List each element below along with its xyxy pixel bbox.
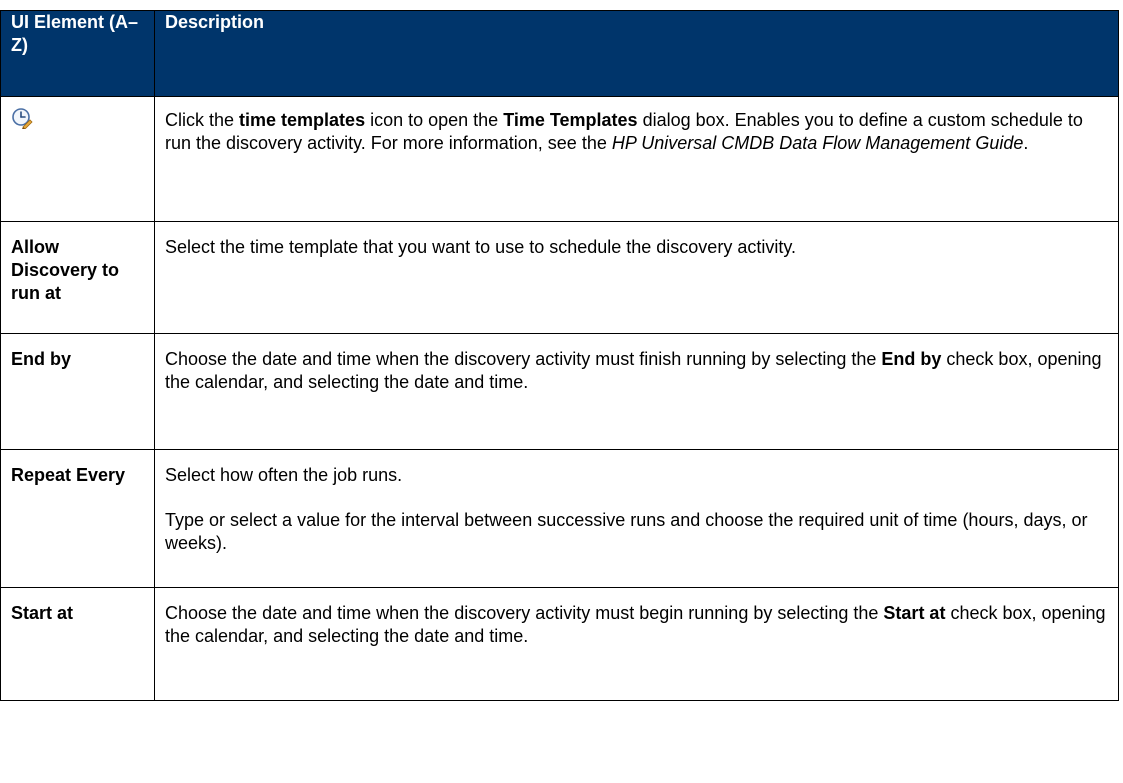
bold-term: Start at [883,603,946,623]
table-row: End by Choose the date and time when the… [0,333,1119,450]
description-text: Choose the date and time when the discov… [165,603,884,623]
guide-title: HP Universal CMDB Data Flow Management G… [611,133,1024,153]
ui-element-cell: Allow Discovery to run at [0,221,155,334]
description-text: Select the time template that you want t… [165,237,796,257]
ui-element-cell: Start at [0,587,155,701]
header-ui-element: UI Element (A–Z) [0,10,155,97]
description-cell: Select the time template that you want t… [154,221,1119,334]
table-row: Start at Choose the date and time when t… [0,587,1119,701]
description-cell: Select how often the job runs. Type or s… [154,449,1119,588]
description-text: Click the [165,110,240,130]
table-header-row: UI Element (A–Z) Description [0,10,1119,97]
bold-term: End by [881,349,942,369]
header-description: Description [154,10,1119,97]
table-row: Repeat Every Select how often the job ru… [0,449,1119,588]
description-paragraph: Select how often the job runs. [165,465,403,485]
table-row: Allow Discovery to run at Select the tim… [0,221,1119,334]
description-paragraph: Type or select a value for the interval … [165,510,1088,553]
table-row: Click the time templates icon to open th… [0,96,1119,222]
ui-element-cell [0,96,155,222]
bold-term: Time Templates [503,110,638,130]
bold-term: time templates [239,110,366,130]
ui-element-cell: End by [0,333,155,450]
description-cell: Choose the date and time when the discov… [154,587,1119,701]
ui-element-cell: Repeat Every [0,449,155,588]
ui-elements-table: UI Element (A–Z) Description Click the t… [0,10,1119,701]
time-templates-icon[interactable] [11,107,33,130]
description-text: . [1023,133,1029,153]
description-cell: Click the time templates icon to open th… [154,96,1119,222]
description-cell: Choose the date and time when the discov… [154,333,1119,450]
description-text: Choose the date and time when the discov… [165,349,882,369]
description-text: icon to open the [365,110,504,130]
